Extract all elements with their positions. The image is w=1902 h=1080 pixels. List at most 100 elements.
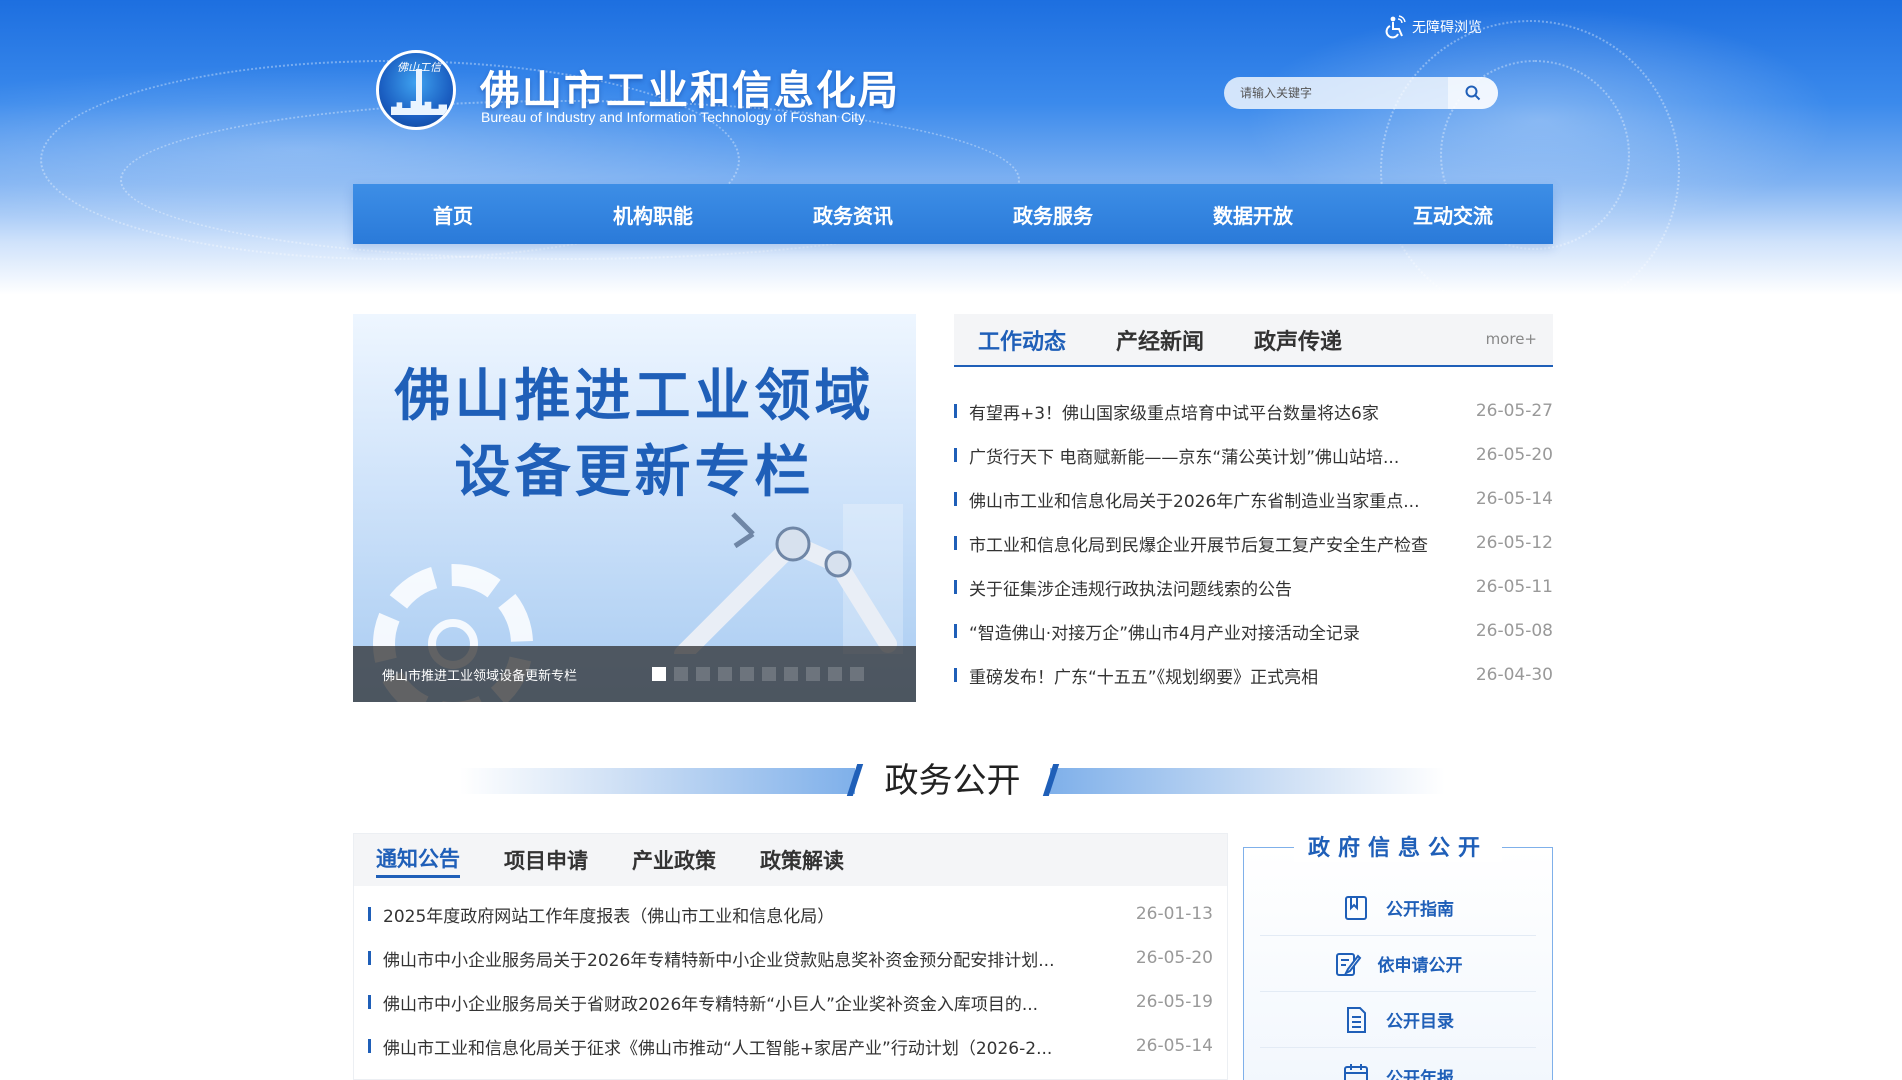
search-icon bbox=[1465, 85, 1481, 101]
nav-item-services[interactable]: 政务服务 bbox=[953, 184, 1153, 244]
list-item[interactable]: 佛山市中小企业服务局关于省财政2026年专精特新“小巨人”企业奖补资金入库项目的… bbox=[368, 980, 1213, 1024]
news-list: 有望再+3！佛山国家级重点培育中试平台数量将达6家 26-05-27 广货行天下 电… bbox=[954, 389, 1553, 697]
bullet-bar bbox=[954, 580, 957, 594]
slider-dot[interactable] bbox=[740, 667, 754, 681]
site-subtitle: Bureau of Industry and Information Techn… bbox=[481, 109, 866, 125]
site-title[interactable]: 佛山市工业和信息化局 bbox=[480, 58, 900, 116]
item-title[interactable]: 重磅发布！广东“十五五”《规划纲要》正式亮相 bbox=[969, 663, 1473, 688]
logo-tower-shape bbox=[416, 69, 422, 109]
item-date: 26-05-14 bbox=[1135, 1036, 1213, 1056]
item-title[interactable]: 2025年度政府网站工作年度报表（佛山市工业和信息化局） bbox=[383, 902, 1133, 927]
search-input[interactable] bbox=[1224, 77, 1448, 109]
item-title[interactable]: 佛山市工业和信息化局关于征求《佛山市推动“人工智能+家居产业”行动计划（2026… bbox=[383, 1034, 1133, 1059]
document-list-icon bbox=[1347, 1006, 1366, 1033]
slider-dot[interactable] bbox=[784, 667, 798, 681]
gov-info-label: 公开目录 bbox=[1386, 1012, 1454, 1032]
main-nav: 首页 机构职能 政务资讯 政务服务 数据开放 互动交流 bbox=[353, 184, 1553, 244]
nav-item-functions[interactable]: 机构职能 bbox=[553, 184, 753, 244]
slider-dot[interactable] bbox=[674, 667, 688, 681]
item-date: 26-05-27 bbox=[1475, 401, 1553, 421]
nav-item-home[interactable]: 首页 bbox=[353, 184, 553, 244]
nav-item-open-data[interactable]: 数据开放 bbox=[1153, 184, 1353, 244]
list-item[interactable]: 有望再+3！佛山国家级重点培育中试平台数量将达6家 26-05-27 bbox=[954, 389, 1553, 433]
tab-notices[interactable]: 通知公告 bbox=[376, 843, 460, 878]
item-title[interactable]: 市工业和信息化局到民爆企业开展节后复工复产安全生产检查 bbox=[969, 531, 1473, 556]
item-date: 26-05-14 bbox=[1475, 489, 1553, 509]
accessibility-link[interactable]: 无障碍浏览 bbox=[1384, 14, 1482, 40]
nav-item-news[interactable]: 政务资讯 bbox=[753, 184, 953, 244]
slider-dot[interactable] bbox=[652, 667, 666, 681]
gov-info-item-request[interactable]: 依申请公开 bbox=[1260, 936, 1536, 992]
search-button[interactable] bbox=[1448, 77, 1498, 109]
list-item[interactable]: 广货行天下 电商赋新能——京东“蒲公英计划”佛山站培... 26-05-20 bbox=[954, 433, 1553, 477]
slider-dot[interactable] bbox=[806, 667, 820, 681]
item-title[interactable]: 佛山市中小企业服务局关于2026年专精特新中小企业贷款贴息奖补资金预分配安排计划… bbox=[383, 946, 1133, 971]
item-title[interactable]: “智造佛山·对接万企”佛山市4月产业对接活动全记录 bbox=[969, 619, 1473, 644]
notice-tabs: 通知公告 项目申请 产业政策 政策解读 bbox=[354, 834, 1227, 886]
gov-info-list: 公开指南 依申请公开 公开目录 公开年报 bbox=[1244, 880, 1552, 1080]
news-tabs: 工作动态 产经新闻 政声传递 more+ bbox=[954, 314, 1553, 367]
item-title[interactable]: 佛山市工业和信息化局关于2026年广东省制造业当家重点... bbox=[969, 487, 1473, 512]
site-logo[interactable]: 佛山工信 bbox=[376, 50, 456, 130]
book-icon bbox=[1345, 895, 1367, 920]
list-item[interactable]: “智造佛山·对接万企”佛山市4月产业对接活动全记录 26-05-08 bbox=[954, 609, 1553, 653]
slider-headline: 佛山推进工业领域 设备更新专栏 bbox=[353, 359, 916, 511]
gov-info-label: 依申请公开 bbox=[1377, 956, 1463, 976]
logo-emblem: 佛山工信 bbox=[376, 50, 456, 130]
gov-info-label: 公开指南 bbox=[1386, 900, 1454, 920]
slider-headline-line2: 设备更新专栏 bbox=[454, 440, 815, 505]
tab-industry-news[interactable]: 产经新闻 bbox=[1116, 324, 1204, 356]
edit-document-icon bbox=[1335, 952, 1361, 976]
nav-item-interaction[interactable]: 互动交流 bbox=[1353, 184, 1553, 244]
slider-dot[interactable] bbox=[762, 667, 776, 681]
list-item[interactable]: 佛山市工业和信息化局关于征求《佛山市推动“人工智能+家居产业”行动计划（2026… bbox=[368, 1024, 1213, 1068]
gov-info-item-guide[interactable]: 公开指南 bbox=[1260, 880, 1536, 936]
list-item[interactable]: 关于征集涉企违规行政执法问题线索的公告 26-05-11 bbox=[954, 565, 1553, 609]
tab-work-updates[interactable]: 工作动态 bbox=[978, 324, 1066, 356]
slider-headline-line1: 佛山推进工业领域 bbox=[394, 364, 875, 429]
list-item[interactable]: 佛山市工业和信息化局关于2026年广东省制造业当家重点... 26-05-14 bbox=[954, 477, 1553, 521]
item-date: 26-01-13 bbox=[1135, 904, 1213, 924]
slider-dot[interactable] bbox=[696, 667, 710, 681]
tab-gov-voice[interactable]: 政声传递 bbox=[1254, 324, 1342, 356]
slider-dot[interactable] bbox=[718, 667, 732, 681]
item-title[interactable]: 有望再+3！佛山国家级重点培育中试平台数量将达6家 bbox=[969, 399, 1473, 424]
header-banner: 佛山工信 佛山市工业和信息化局 Bureau of Industry and I… bbox=[0, 0, 1902, 295]
item-date: 26-05-11 bbox=[1475, 577, 1553, 597]
item-title[interactable]: 佛山市中小企业服务局关于省财政2026年专精特新“小巨人”企业奖补资金入库项目的… bbox=[383, 990, 1133, 1015]
list-item[interactable]: 佛山市中小企业服务局关于2026年专精特新中小企业贷款贴息奖补资金预分配安排计划… bbox=[368, 936, 1213, 980]
slider-dots bbox=[652, 667, 864, 681]
bullet-bar bbox=[368, 951, 371, 965]
notice-panel: 通知公告 项目申请 产业政策 政策解读 2025年度政府网站工作年度报表（佛山市… bbox=[353, 833, 1228, 1080]
slider-dot[interactable] bbox=[828, 667, 842, 681]
more-link[interactable]: more+ bbox=[1486, 330, 1537, 348]
accessibility-label: 无障碍浏览 bbox=[1412, 20, 1482, 36]
item-title[interactable]: 关于征集涉企违规行政执法问题线索的公告 bbox=[969, 575, 1473, 600]
item-date: 26-04-30 bbox=[1475, 665, 1553, 685]
gov-info-title: 政府信息公开 bbox=[1293, 830, 1503, 862]
bullet-bar bbox=[954, 404, 957, 418]
item-date: 26-05-20 bbox=[1475, 445, 1553, 465]
slider-caption[interactable]: 佛山市推进工业领域设备更新专栏 bbox=[382, 665, 652, 684]
bullet-bar bbox=[954, 668, 957, 682]
gov-info-panel: 政府信息公开 公开指南 依申请公开 公开目录 公开年报 bbox=[1243, 830, 1553, 1080]
list-item[interactable]: 重磅发布！广东“十五五”《规划纲要》正式亮相 26-04-30 bbox=[954, 653, 1553, 697]
gov-info-item-annual-report[interactable]: 公开年报 bbox=[1260, 1048, 1536, 1080]
item-date: 26-05-12 bbox=[1475, 533, 1553, 553]
news-panel: 工作动态 产经新闻 政声传递 more+ 有望再+3！佛山国家级重点培育中试平台… bbox=[954, 314, 1553, 704]
bullet-bar bbox=[368, 907, 371, 921]
list-item[interactable]: 市工业和信息化局到民爆企业开展节后复工复产安全生产检查 26-05-12 bbox=[954, 521, 1553, 565]
feature-slider[interactable]: 佛山推进工业领域 设备更新专栏 佛山市推进工业领域设备更新专栏 bbox=[353, 314, 916, 702]
item-title[interactable]: 广货行天下 电商赋新能——京东“蒲公英计划”佛山站培... bbox=[969, 443, 1473, 468]
gov-info-label: 公开年报 bbox=[1386, 1068, 1454, 1080]
list-item[interactable]: 2025年度政府网站工作年度报表（佛山市工业和信息化局） 26-01-13 bbox=[368, 892, 1213, 936]
slider-dot[interactable] bbox=[850, 667, 864, 681]
tab-project-application[interactable]: 项目申请 bbox=[504, 845, 588, 875]
notice-list: 2025年度政府网站工作年度报表（佛山市工业和信息化局） 26-01-13 佛山市中… bbox=[354, 892, 1227, 1068]
tab-policy-interpretation[interactable]: 政策解读 bbox=[760, 845, 844, 875]
bullet-bar bbox=[368, 995, 371, 1009]
tab-industry-policy[interactable]: 产业政策 bbox=[632, 845, 716, 875]
bullet-bar bbox=[954, 492, 957, 506]
gov-info-item-catalog[interactable]: 公开目录 bbox=[1260, 992, 1536, 1048]
section-heading: 政务公开 bbox=[460, 760, 1445, 802]
